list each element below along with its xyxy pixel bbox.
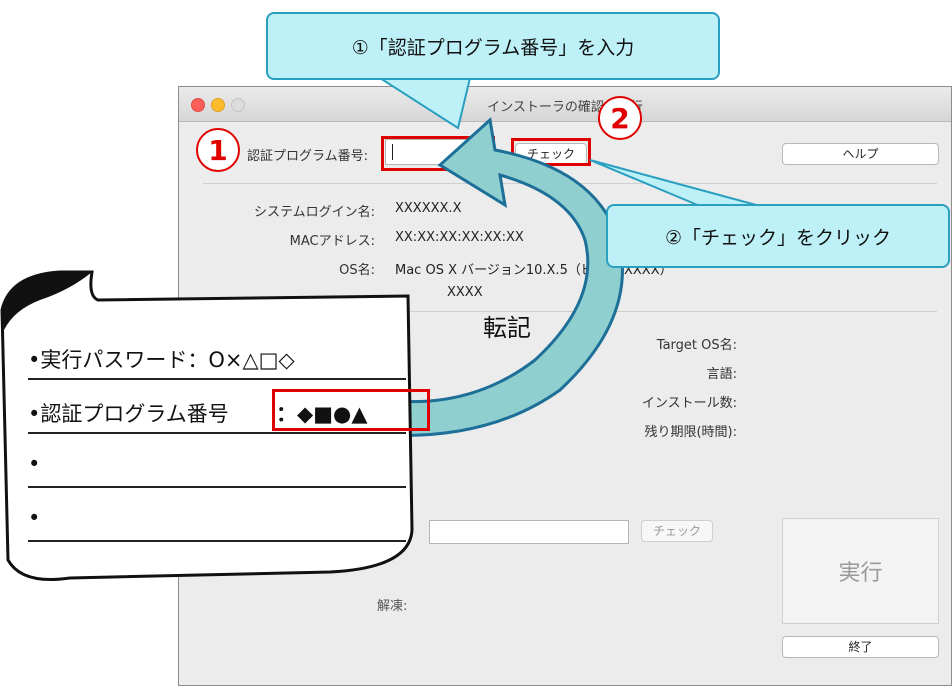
annotation-overlay [0,77,761,582]
step-two-badge: 2 [598,96,642,140]
bullet-icon: • [28,452,41,476]
note-rule [28,486,406,488]
note-bullet-password: •実行パスワード：O×△□◇ [28,344,295,374]
note-rule [28,432,406,434]
bullet-icon: • [28,348,41,372]
note-password-text: 実行パスワード：O×△□◇ [40,348,295,372]
note-rule [28,378,406,380]
top-callout: ①「認証プログラム番号」を入力 [266,12,720,80]
bullet-icon: • [28,506,41,530]
right-callout: ②「チェック」をクリック [606,204,950,268]
note-bullet-empty-1: • [28,452,40,476]
top-callout-tail [376,77,472,130]
note-bullet-auth: •認証プログラム番号 [28,398,229,428]
note-bullet-empty-2: • [28,506,40,530]
note-rule [28,540,406,542]
note-auth-text: 認証プログラム番号 [40,402,229,426]
bullet-icon: • [28,402,41,426]
note-auth-code: ：◆■●▲ [276,402,368,426]
transcribe-label: 転記 [483,314,531,342]
step-one-badge: 1 [196,128,240,172]
right-callout-tail [589,159,761,207]
